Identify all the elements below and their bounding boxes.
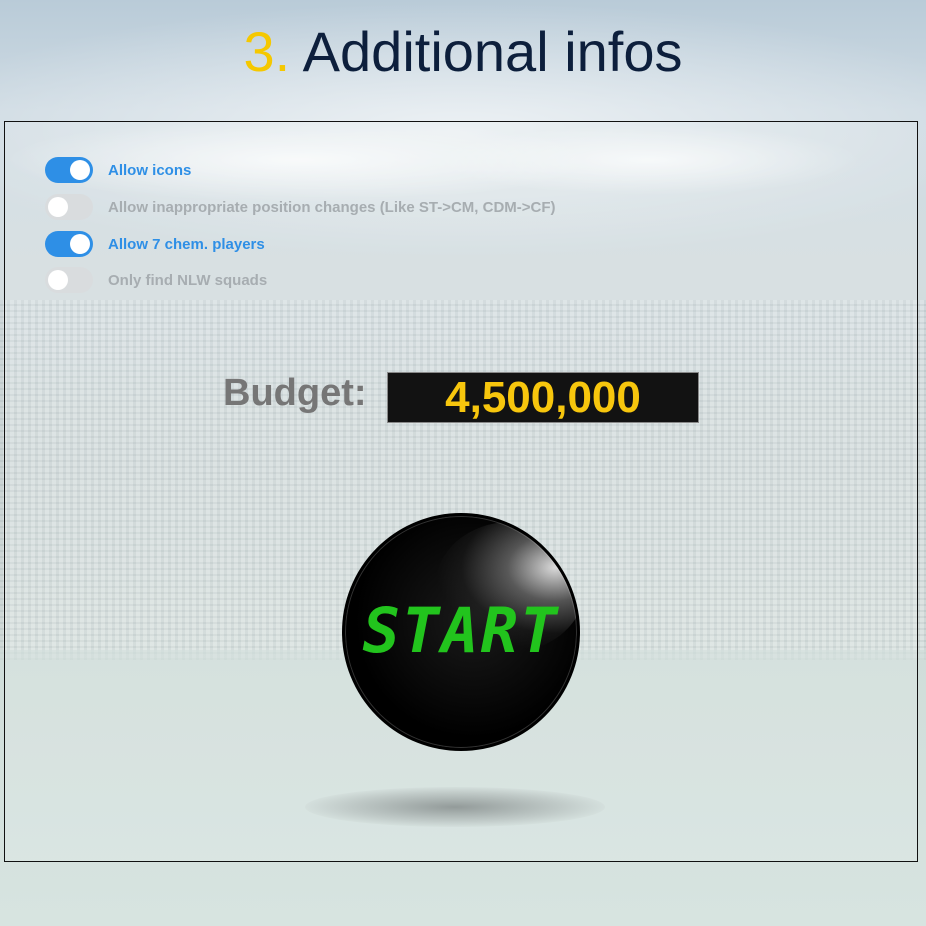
start-button-shadow xyxy=(305,787,605,827)
allow-icons-toggle[interactable] xyxy=(45,157,93,183)
option-only-nlw[interactable]: Only find NLW squads xyxy=(45,267,267,293)
step-number: 3. xyxy=(243,20,291,83)
toggle-knob xyxy=(48,270,68,290)
budget-label: Budget: xyxy=(223,372,367,414)
toggle-knob xyxy=(70,160,90,180)
allow-icons-label[interactable]: Allow icons xyxy=(108,162,191,179)
start-button-label: START xyxy=(362,594,560,667)
allow-position-changes-label[interactable]: Allow inappropriate position changes (Li… xyxy=(108,199,556,216)
option-allow-7-chem[interactable]: Allow 7 chem. players xyxy=(45,231,265,257)
start-button[interactable]: START xyxy=(342,513,580,751)
option-allow-icons[interactable]: Allow icons xyxy=(45,157,191,183)
option-allow-position-changes[interactable]: Allow inappropriate position changes (Li… xyxy=(45,194,556,220)
only-nlw-label[interactable]: Only find NLW squads xyxy=(108,272,267,289)
only-nlw-toggle[interactable] xyxy=(45,267,93,293)
step-title: Additional infos xyxy=(302,20,683,83)
page-title: 3. Additional infos xyxy=(0,12,926,92)
allow-position-changes-toggle[interactable] xyxy=(45,194,93,220)
budget-value[interactable]: 4,500,000 xyxy=(387,372,699,423)
toggle-knob xyxy=(70,234,90,254)
options-panel: Allow icons Allow inappropriate position… xyxy=(4,121,918,862)
toggle-knob xyxy=(48,197,68,217)
allow-7-chem-label[interactable]: Allow 7 chem. players xyxy=(108,236,265,253)
allow-7-chem-toggle[interactable] xyxy=(45,231,93,257)
